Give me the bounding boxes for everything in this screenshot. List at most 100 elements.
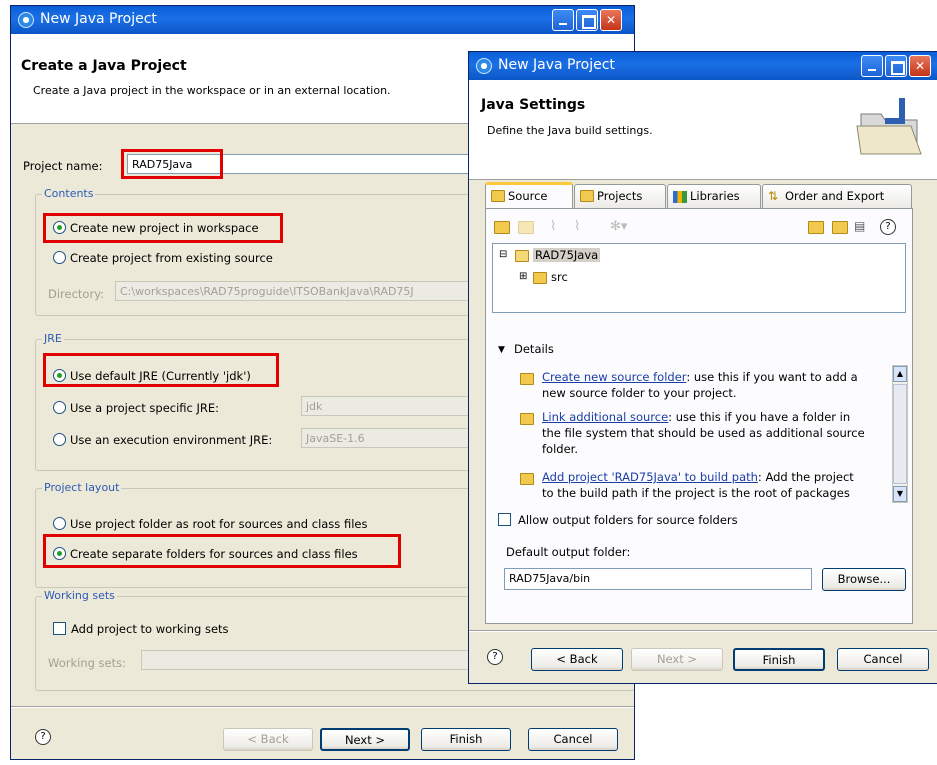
highlight-separate-folders <box>43 534 401 568</box>
details-toggle-icon[interactable]: ▼ <box>498 345 505 355</box>
folder-root-label[interactable]: Use project folder as root for sources a… <box>70 517 367 531</box>
tab-content: ⌇ ⌇ ✻▾ ▤ ? ⊟ RAD75Java ⊞ src ▼ Details C… <box>485 208 913 624</box>
tab-libraries-label: Libraries <box>690 189 740 203</box>
tab-order-export-label: Order and Export <box>785 189 885 203</box>
finish-button[interactable]: Finish <box>733 648 825 671</box>
add-folder-disabled-icon <box>518 221 534 234</box>
close-button[interactable]: ✕ <box>600 9 622 31</box>
tab-source[interactable]: Source <box>485 182 573 208</box>
filter-disabled-icon: ✻▾ <box>610 219 628 234</box>
jre-group-label: JRE <box>42 332 64 345</box>
back-button[interactable]: < Back <box>531 648 623 671</box>
collapse-toggle-icon[interactable]: ⊟ <box>499 249 507 260</box>
directory-label: Directory: <box>48 287 105 301</box>
minimize-button[interactable] <box>861 55 883 77</box>
link-source-desc2: the file system that should be used as a… <box>542 426 865 440</box>
default-output-input[interactable]: RAD75Java/bin <box>504 568 812 590</box>
scroll-down-button[interactable]: ▼ <box>893 486 907 502</box>
project-layout-group-label: Project layout <box>42 481 122 494</box>
scroll-thumb[interactable] <box>893 384 907 484</box>
close-button[interactable]: ✕ <box>909 55 931 77</box>
link-source-icon[interactable] <box>808 221 824 234</box>
minimize-button[interactable] <box>552 9 574 31</box>
back-titlebar[interactable]: New Java Project ✕ <box>11 6 634 34</box>
allow-output-folders-checkbox[interactable] <box>498 513 511 526</box>
tree-src-label[interactable]: src <box>551 270 568 284</box>
tab-projects-label: Projects <box>597 189 643 203</box>
back-bottom-separator <box>11 706 634 708</box>
next-button[interactable]: Next > <box>631 648 723 671</box>
add-build-path-text: Add project 'RAD75Java' to build path: A… <box>542 469 892 501</box>
link-source-folder-icon <box>520 413 534 425</box>
eclipse-icon <box>18 12 34 28</box>
tab-order-export[interactable]: ⇅ Order and Export <box>762 184 912 208</box>
existing-source-label[interactable]: Create project from existing source <box>70 251 273 265</box>
source-folder-icon <box>491 190 505 202</box>
maximize-button[interactable] <box>576 9 598 31</box>
new-source-folder-icon[interactable] <box>832 221 848 234</box>
collapse-icon[interactable]: ▤ <box>854 219 870 235</box>
working-sets-group-label: Working sets <box>42 589 117 602</box>
details-panel: Create new source folder: use this if yo… <box>500 363 908 505</box>
back-button[interactable]: < Back <box>223 728 313 751</box>
add-build-path-desc1: : Add the project <box>757 470 854 484</box>
link-source-desc1: : use this if you have a folder in <box>668 410 851 424</box>
source-tree: ⊟ RAD75Java ⊞ src <box>492 243 906 313</box>
create-folder-desc1: : use this if you want to add a <box>686 370 858 384</box>
eclipse-icon <box>476 58 492 74</box>
tree-project-label[interactable]: RAD75Java <box>533 248 601 262</box>
expand-toggle-icon[interactable]: ⊞ <box>519 271 527 282</box>
front-window-title: New Java Project <box>498 57 615 73</box>
create-folder-desc2: new source folder to your project. <box>542 386 737 400</box>
finish-button[interactable]: Finish <box>421 728 511 751</box>
help-icon[interactable]: ? <box>880 219 896 235</box>
cancel-button[interactable]: Cancel <box>837 648 929 671</box>
scroll-up-button[interactable]: ▲ <box>893 366 907 382</box>
add-build-path-desc2: to the build path if the project is the … <box>542 486 850 500</box>
order-export-icon: ⇅ <box>768 189 779 203</box>
page-title: Java Settings <box>481 97 586 113</box>
execution-env-jre-radio[interactable] <box>53 433 66 446</box>
help-icon[interactable]: ? <box>35 729 51 745</box>
link-source-link[interactable]: Link additional source <box>542 410 668 424</box>
existing-source-radio[interactable] <box>53 251 66 264</box>
contents-group-label: Contents <box>42 187 96 200</box>
add-to-working-sets-label[interactable]: Add project to working sets <box>71 622 229 636</box>
tab-projects[interactable]: Projects <box>574 184 666 208</box>
add-source-folder-icon[interactable] <box>494 221 510 234</box>
next-button[interactable]: Next > <box>320 728 410 751</box>
help-icon[interactable]: ? <box>487 649 503 665</box>
details-label[interactable]: Details <box>514 342 554 356</box>
execution-env-jre-label[interactable]: Use an execution environment JRE: <box>70 433 272 447</box>
allow-output-folders-label[interactable]: Allow output folders for source folders <box>518 513 738 527</box>
maximize-button[interactable] <box>885 55 907 77</box>
edit-disabled-icon: ⌇ <box>550 219 557 234</box>
cancel-button[interactable]: Cancel <box>528 728 618 751</box>
add-build-path-link[interactable]: Add project 'RAD75Java' to build path <box>542 470 758 484</box>
link-source-text: Link additional source: use this if you … <box>542 409 892 457</box>
remove-disabled-icon: ⌇ <box>574 219 581 234</box>
working-sets-label: Working sets: <box>48 656 127 670</box>
create-folder-link[interactable]: Create new source folder <box>542 370 686 384</box>
front-bottom-separator <box>469 630 937 632</box>
library-books-icon <box>673 191 687 203</box>
folder-root-radio[interactable] <box>53 517 66 530</box>
details-scrollbar[interactable]: ▲ ▼ <box>892 365 908 503</box>
add-build-path-icon <box>520 473 534 485</box>
project-name-label: Project name: <box>23 159 103 173</box>
page-description: Define the Java build settings. <box>487 124 653 137</box>
tab-pane: Source Projects Libraries ⇅ Order and Ex… <box>485 182 915 624</box>
highlight-default-jre <box>43 353 279 387</box>
back-window-title: New Java Project <box>40 11 157 27</box>
add-to-working-sets-checkbox[interactable] <box>53 622 66 635</box>
project-specific-jre-radio[interactable] <box>53 401 66 414</box>
folder-banner-icon <box>856 98 922 155</box>
create-folder-icon <box>520 373 534 385</box>
page-title: Create a Java Project <box>21 58 187 74</box>
front-titlebar[interactable]: New Java Project ✕ <box>469 52 937 80</box>
tab-libraries[interactable]: Libraries <box>667 184 761 208</box>
browse-button[interactable]: Browse... <box>822 568 906 591</box>
front-dialog: New Java Project ✕ Java Settings Define … <box>468 51 937 684</box>
project-specific-jre-label[interactable]: Use a project specific JRE: <box>70 401 219 415</box>
highlight-project-name <box>121 149 223 179</box>
